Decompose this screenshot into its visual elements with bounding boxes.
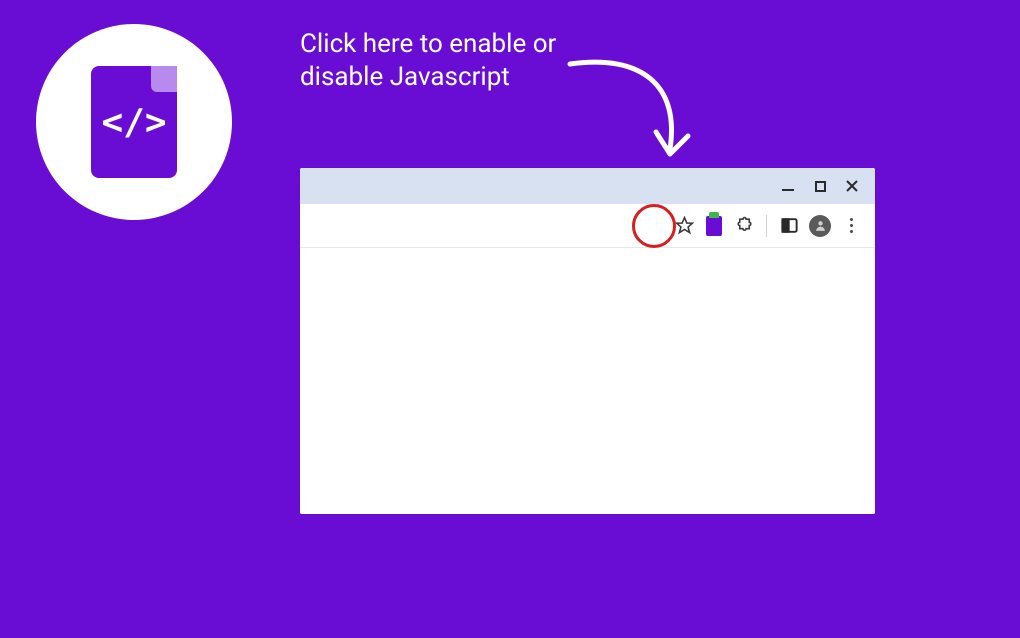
file-fold-corner [151,66,177,92]
close-button[interactable] [845,179,859,193]
menu-kebab-icon[interactable] [841,216,861,236]
minimize-button[interactable] [781,179,795,193]
browser-toolbar [300,204,875,248]
browser-titlebar [300,168,875,204]
close-icon [845,179,859,193]
toolbar-separator [766,215,767,237]
app-logo-circle: </> [36,24,232,220]
minimize-icon [782,189,794,191]
profile-avatar-icon[interactable] [809,215,831,237]
js-toggle-extension-icon[interactable] [704,216,724,236]
maximize-button[interactable] [813,179,827,193]
extensions-puzzle-icon[interactable] [734,216,754,236]
code-glyph: </> [101,102,166,143]
browser-window [300,168,875,514]
maximize-icon [815,181,826,192]
arrow-annotation [560,54,710,174]
side-panel-icon[interactable] [779,216,799,236]
bookmark-star-icon[interactable] [674,216,694,236]
browser-content-area [300,248,875,514]
highlight-circle [632,204,676,248]
file-icon: </> [91,66,177,178]
instruction-text: Click here to enable or disable Javascri… [300,28,560,93]
